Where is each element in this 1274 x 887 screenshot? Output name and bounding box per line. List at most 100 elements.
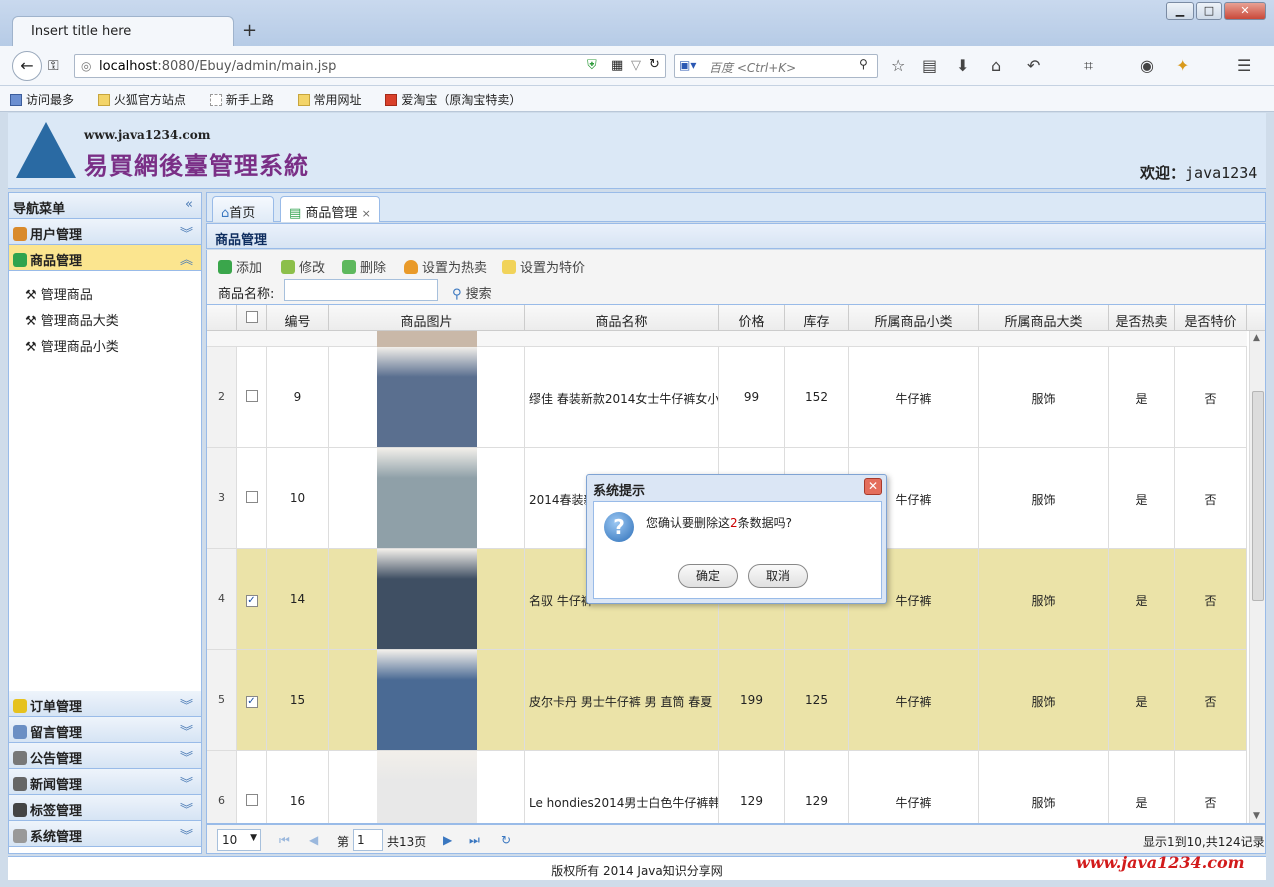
prev-page-icon[interactable]: ◀ — [309, 833, 318, 847]
cell-hot: 是 — [1109, 549, 1175, 649]
col-subcategory[interactable]: 所属商品小类 — [849, 305, 979, 331]
scrollbar-thumb[interactable] — [1252, 391, 1264, 601]
bookmark-item[interactable]: 火狐官方站点 — [97, 93, 196, 107]
cell-id: 16 — [267, 751, 329, 823]
col-image[interactable]: 商品图片 — [329, 305, 525, 331]
nav-group-tags[interactable]: 标签管理 ︾ — [9, 795, 201, 821]
nav-group-system[interactable]: 系统管理 ︾ — [9, 821, 201, 847]
chat-icon[interactable]: ◉ — [1140, 56, 1154, 75]
cancel-button[interactable]: 取消 — [748, 564, 808, 588]
star-icon[interactable]: ☆ — [891, 56, 905, 75]
cell-price: 99 — [719, 347, 785, 447]
bookmark-item[interactable]: 常用网址 — [297, 93, 372, 107]
scroll-up-icon[interactable]: ▲ — [1253, 333, 1260, 343]
nav-group-users[interactable]: 用户管理 ︾ — [9, 219, 201, 245]
col-id[interactable]: 编号 — [267, 305, 329, 331]
magnifier-icon[interactable]: ⚲ — [859, 57, 868, 71]
scroll-down-icon[interactable]: ▼ — [1253, 811, 1260, 821]
chevron-down-icon: ︾ — [179, 777, 193, 792]
search-button[interactable]: ⚲ 搜索 — [452, 283, 492, 302]
menu-icon[interactable]: ☰ — [1237, 56, 1251, 75]
select-all-header[interactable] — [237, 305, 267, 331]
cell-hot: 是 — [1109, 751, 1175, 823]
product-name-input[interactable] — [284, 279, 438, 301]
chevron-down-icon: ︾ — [179, 725, 193, 740]
tab-products[interactable]: ▤ 商品管理 × — [280, 196, 380, 222]
cell-stock: 152 — [785, 347, 849, 447]
vertical-scrollbar[interactable]: ▲ ▼ — [1249, 331, 1265, 823]
bookmark-item[interactable]: 爱淘宝（原淘宝特卖） — [385, 93, 531, 107]
dropdown-icon[interactable]: ▽ — [631, 58, 641, 73]
bookmark-item[interactable]: 新手上路 — [209, 93, 284, 107]
nav-item-manage-subcategories[interactable]: ⚒ 管理商品小类 — [9, 331, 201, 357]
page-total: 共13页 — [387, 835, 427, 849]
nav-group-notices[interactable]: 公告管理 ︾ — [9, 743, 201, 769]
table-row[interactable]: 2 9 缪佳 春装新款2014女士牛仔裤女小脚 99 152 牛仔裤 服饰是否 — [207, 347, 1247, 448]
cell-sub: 牛仔裤 — [849, 650, 979, 750]
add-button[interactable]: 添加 — [218, 257, 262, 276]
reading-list-icon[interactable]: ▤ — [922, 56, 937, 75]
addon-icon[interactable]: ✦ — [1176, 56, 1189, 75]
page-size-select[interactable]: 10 ▼ — [217, 829, 261, 851]
last-page-icon[interactable]: ⏭ — [469, 833, 480, 848]
row-checkbox[interactable]: ✓ — [245, 696, 258, 708]
shield-icon[interactable]: ⛨ — [587, 58, 597, 73]
download-icon[interactable]: ⬇ — [956, 56, 969, 75]
grid-row-partial — [207, 331, 1247, 347]
col-stock[interactable]: 库存 — [785, 305, 849, 331]
key-icon[interactable]: ⚿ — [48, 58, 59, 74]
collapse-icon[interactable]: « — [185, 197, 193, 212]
maximize-button[interactable]: □ — [1196, 2, 1222, 20]
nav-group-news[interactable]: 新闻管理 ︾ — [9, 769, 201, 795]
first-page-icon[interactable]: ⏮ — [279, 833, 290, 848]
crop-icon[interactable]: ⌗ — [1084, 56, 1093, 76]
nav-group-orders[interactable]: 订单管理 ︾ — [9, 691, 201, 717]
nav-group-messages[interactable]: 留言管理 ︾ — [9, 717, 201, 743]
cell-idx: 5 — [207, 650, 237, 750]
col-price[interactable]: 价格 — [719, 305, 785, 331]
page-number-input[interactable]: 1 — [353, 829, 383, 851]
minimize-button[interactable]: ▁ — [1166, 2, 1194, 20]
next-page-icon[interactable]: ▶ — [443, 833, 452, 847]
dialog-close-button[interactable]: ✕ — [864, 478, 882, 495]
nav-group-products[interactable]: 商品管理 ︽ — [9, 245, 201, 271]
nav-item-manage-products[interactable]: ⚒ 管理商品 — [9, 279, 201, 305]
nav-item-manage-categories[interactable]: ⚒ 管理商品大类 — [9, 305, 201, 331]
select-all-checkbox[interactable] — [245, 311, 258, 323]
row-checkbox[interactable]: ✓ — [245, 595, 258, 607]
col-hot[interactable]: 是否热卖 — [1109, 305, 1175, 331]
folder-icon — [97, 94, 110, 106]
close-window-button[interactable]: ✕ — [1224, 2, 1266, 20]
undo-icon[interactable]: ↶ — [1027, 56, 1040, 75]
nav-bottom-groups: 订单管理 ︾ 留言管理 ︾ 公告管理 ︾ 新闻管理 ︾ 标签管理 ︾ 系统管理 ︾ — [9, 691, 201, 847]
close-icon[interactable]: × — [362, 207, 371, 220]
reload-icon[interactable]: ↻ — [649, 57, 660, 72]
col-category[interactable]: 所属商品大类 — [979, 305, 1109, 331]
col-name[interactable]: 商品名称 — [525, 305, 719, 331]
chevron-up-icon: ︽ — [179, 253, 193, 268]
table-row[interactable]: 6 16 Le hondies2014男士白色牛仔裤韩版 129 129 牛仔裤 服饰是否 — [207, 751, 1247, 823]
tab-home[interactable]: ⌂首页 — [212, 196, 274, 222]
cell-cat: 服饰 — [979, 347, 1109, 447]
new-tab-button[interactable]: + — [242, 20, 257, 41]
edit-button[interactable]: 修改 — [281, 257, 325, 276]
row-checkbox[interactable] — [245, 390, 258, 402]
back-button[interactable]: ← — [12, 51, 42, 81]
refresh-icon[interactable]: ↻ — [501, 833, 511, 847]
bookmark-item[interactable]: 访问最多 — [10, 93, 84, 107]
delete-button[interactable]: 删除 — [342, 257, 386, 276]
search-input[interactable]: ▣▾ 百度 <Ctrl+K> ⚲ — [674, 54, 878, 78]
url-input[interactable]: ◎ localhost:8080/Ebuy/admin/main.jsp ⛨ ▦… — [74, 54, 666, 78]
ok-button[interactable]: 确定 — [678, 564, 738, 588]
row-checkbox[interactable] — [245, 794, 258, 806]
set-special-button[interactable]: 设置为特价 — [502, 257, 585, 276]
cell-special: 否 — [1175, 549, 1247, 649]
row-checkbox[interactable] — [245, 491, 258, 503]
set-hot-button[interactable]: 设置为热卖 — [404, 257, 487, 276]
table-row[interactable]: 5 ✓ 15 皮尔卡丹 男士牛仔裤 男 直筒 春夏 199 125 牛仔裤 服饰是否 — [207, 650, 1247, 751]
col-special[interactable]: 是否特价 — [1175, 305, 1247, 331]
search-label: 商品名称: — [218, 287, 275, 302]
qrcode-icon[interactable]: ▦ — [611, 58, 623, 73]
browser-tab[interactable]: Insert title here — [12, 16, 234, 46]
home-icon[interactable]: ⌂ — [991, 56, 1001, 75]
